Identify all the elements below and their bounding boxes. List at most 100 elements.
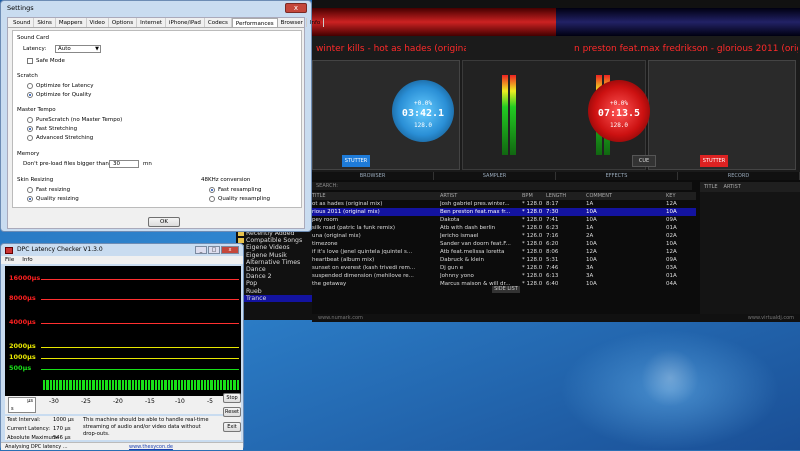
settings-tab-codecs[interactable]: Codecs <box>205 18 232 27</box>
master-tempo-heading: Master Tempo <box>17 107 56 113</box>
skin-opt1-label: Fast resizing <box>36 187 71 193</box>
fast-stretching-radio[interactable]: Fast Stretching <box>27 126 77 132</box>
folder-item[interactable]: Pop <box>236 280 312 287</box>
latency-bar <box>108 380 111 390</box>
latency-bars <box>43 380 239 390</box>
latency-bar <box>200 380 203 390</box>
reset-button[interactable]: Reset <box>223 407 241 417</box>
dpc-info-panel: Test Interval: 1000 µs Current Latency: … <box>5 416 241 441</box>
close-icon[interactable]: x <box>221 246 239 254</box>
exit-button[interactable]: Exit <box>223 422 241 432</box>
settings-close-button[interactable]: x <box>285 3 307 13</box>
settings-tab-skins[interactable]: Skins <box>34 18 56 27</box>
right-cue-button[interactable]: CUE <box>632 155 656 167</box>
left-jogwheel[interactable]: +0.0% 03:42.1 128.0 <box>392 80 454 142</box>
memory-input[interactable]: 30 <box>109 160 139 168</box>
maximize-icon[interactable]: □ <box>208 246 220 254</box>
settings-tab-options[interactable]: Options <box>109 18 138 27</box>
latency-select[interactable]: Auto ▼ <box>55 45 101 53</box>
dpc-titlebar: DPC Latency Checker V1.3.0 _ □ x <box>1 244 243 256</box>
settings-tab-sound-setup[interactable]: Sound Setup <box>10 18 35 36</box>
quality-resizing-radio[interactable]: Quality resizing <box>27 196 79 202</box>
latency-bar <box>236 380 239 390</box>
latency-bar <box>43 380 46 390</box>
scratch-quality-radio[interactable]: Optimize for Quality <box>27 92 91 98</box>
right-stutter-button[interactable]: STUTTER <box>700 155 728 167</box>
stop-button[interactable]: Stop <box>223 393 241 403</box>
fast-resampling-radio[interactable]: Fast resampling <box>209 187 261 193</box>
table-row[interactable]: rious 2011 (original mix) Ben preston fea… <box>312 208 696 216</box>
folder-item[interactable]: Rueb <box>236 288 312 295</box>
right-deck-title: n preston feat.max fredrikson - glorious… <box>574 44 798 54</box>
folder-item[interactable]: Eigene Videos <box>236 244 312 251</box>
minimize-icon[interactable]: _ <box>195 246 207 254</box>
ok-button[interactable]: OK <box>148 217 180 227</box>
folder-item[interactable]: Dance 2 <box>236 273 312 280</box>
advanced-stretching-radio[interactable]: Advanced Stretching <box>27 135 93 141</box>
table-row[interactable]: pey room Dakota * 128.0 7:41 10A 09A <box>312 216 696 224</box>
side-col-title[interactable]: TITLE <box>704 184 718 190</box>
purescratch-radio[interactable]: PureScratch (no Master Tempo) <box>27 117 122 123</box>
tab-record[interactable]: RECORD <box>678 172 800 180</box>
tab-effects[interactable]: EFFECTS <box>556 172 678 180</box>
settings-tab-performances[interactable]: Performances <box>231 18 278 27</box>
col-title[interactable]: TITLE <box>312 192 440 200</box>
footer-left: www.numark.com <box>318 315 363 321</box>
settings-title: Settings <box>7 4 34 12</box>
folder-item[interactable]: Dance <box>236 266 312 273</box>
table-row[interactable]: ot as hades (original mix) Josh gabriel p… <box>312 200 696 208</box>
latency-bar <box>141 380 144 390</box>
table-row[interactable]: una (original mix) Jericho ismael * 126.0 7… <box>312 232 696 240</box>
table-row[interactable]: sunset on everest (kash trivedi rem... Dj… <box>312 264 696 272</box>
settings-tab-iphone-ipad[interactable]: iPhone/iPad <box>166 18 205 27</box>
right-waveform[interactable] <box>556 8 800 36</box>
latency-bar <box>154 380 157 390</box>
folder-item[interactable]: Eigene Musik <box>236 252 312 259</box>
fast-resizing-radio[interactable]: Fast resizing <box>27 187 70 193</box>
cell-artist: Josh gabriel pres.winter... <box>440 201 510 207</box>
col-artist[interactable]: ARTIST <box>440 192 522 200</box>
left-time: 03:42.1 <box>401 108 445 119</box>
table-row[interactable]: heartbeat (album mix) Dabruck & klein * 12… <box>312 256 696 264</box>
folder-item[interactable]: Alternative Times <box>236 259 312 266</box>
scratch-latency-radio[interactable]: Optimize for Latency <box>27 83 93 89</box>
settings-tab-internet[interactable]: Internet <box>137 18 166 27</box>
radio-selected-icon <box>27 196 33 202</box>
menu-file[interactable]: File <box>5 256 14 264</box>
status-text: Analysing DPC latency ... <box>5 444 68 450</box>
tab-browser[interactable]: BROWSER <box>312 172 434 180</box>
col-comment[interactable]: COMMENT <box>586 192 666 200</box>
col-key[interactable]: KEY <box>666 192 696 200</box>
settings-tab-mappers[interactable]: Mappers <box>56 18 87 27</box>
current-latency-label: Current Latency: <box>7 426 51 432</box>
folder-item[interactable]: Compatible Songs <box>236 237 312 244</box>
side-col-artist[interactable]: ARTIST <box>724 184 741 190</box>
settings-tab-video[interactable]: Video <box>87 18 109 27</box>
table-row[interactable]: if it's love (jenel quintela jquintel s.… <box>312 248 696 256</box>
side-list-button[interactable]: SIDE LIST <box>492 286 520 293</box>
settings-tab-info[interactable]: Info <box>307 18 325 27</box>
table-row[interactable]: timezone Sander van doorn feat.F... * 128.… <box>312 240 696 248</box>
quality-resampling-radio[interactable]: Quality resampling <box>209 196 270 202</box>
col-length[interactable]: LENGTH <box>546 192 586 200</box>
table-row[interactable]: suspended dimension (mehilove re... Johnn… <box>312 272 696 280</box>
folder-item[interactable]: Trance <box>236 294 312 302</box>
cell-artist: Sander van doorn feat.F... <box>440 241 511 247</box>
table-row[interactable]: silk road (patric la funk remix) Atb with… <box>312 224 696 232</box>
cell-comment: 10A <box>586 257 597 263</box>
tab-sampler[interactable]: SAMPLER <box>434 172 556 180</box>
right-jogwheel[interactable]: +0.0% 07:13.5 128.0 <box>588 80 650 142</box>
latency-bar <box>62 380 65 390</box>
cell-key: 10A <box>666 241 677 247</box>
status-message: This machine should be able to handle re… <box>83 417 209 437</box>
left-waveform[interactable] <box>312 8 556 36</box>
settings-tab-browser[interactable]: Browser <box>278 18 307 27</box>
col-bpm[interactable]: BPM <box>522 192 546 200</box>
latency-bar <box>56 380 59 390</box>
menu-info[interactable]: Info <box>22 256 32 264</box>
latency-bar <box>203 380 207 390</box>
safe-mode-checkbox[interactable]: Safe Mode <box>27 58 65 64</box>
cell-title: sunset on everest (kash trivedi rem... <box>312 265 416 271</box>
left-stutter-button[interactable]: STUTTER <box>342 155 370 167</box>
search-field[interactable]: SEARCH: <box>312 182 692 190</box>
